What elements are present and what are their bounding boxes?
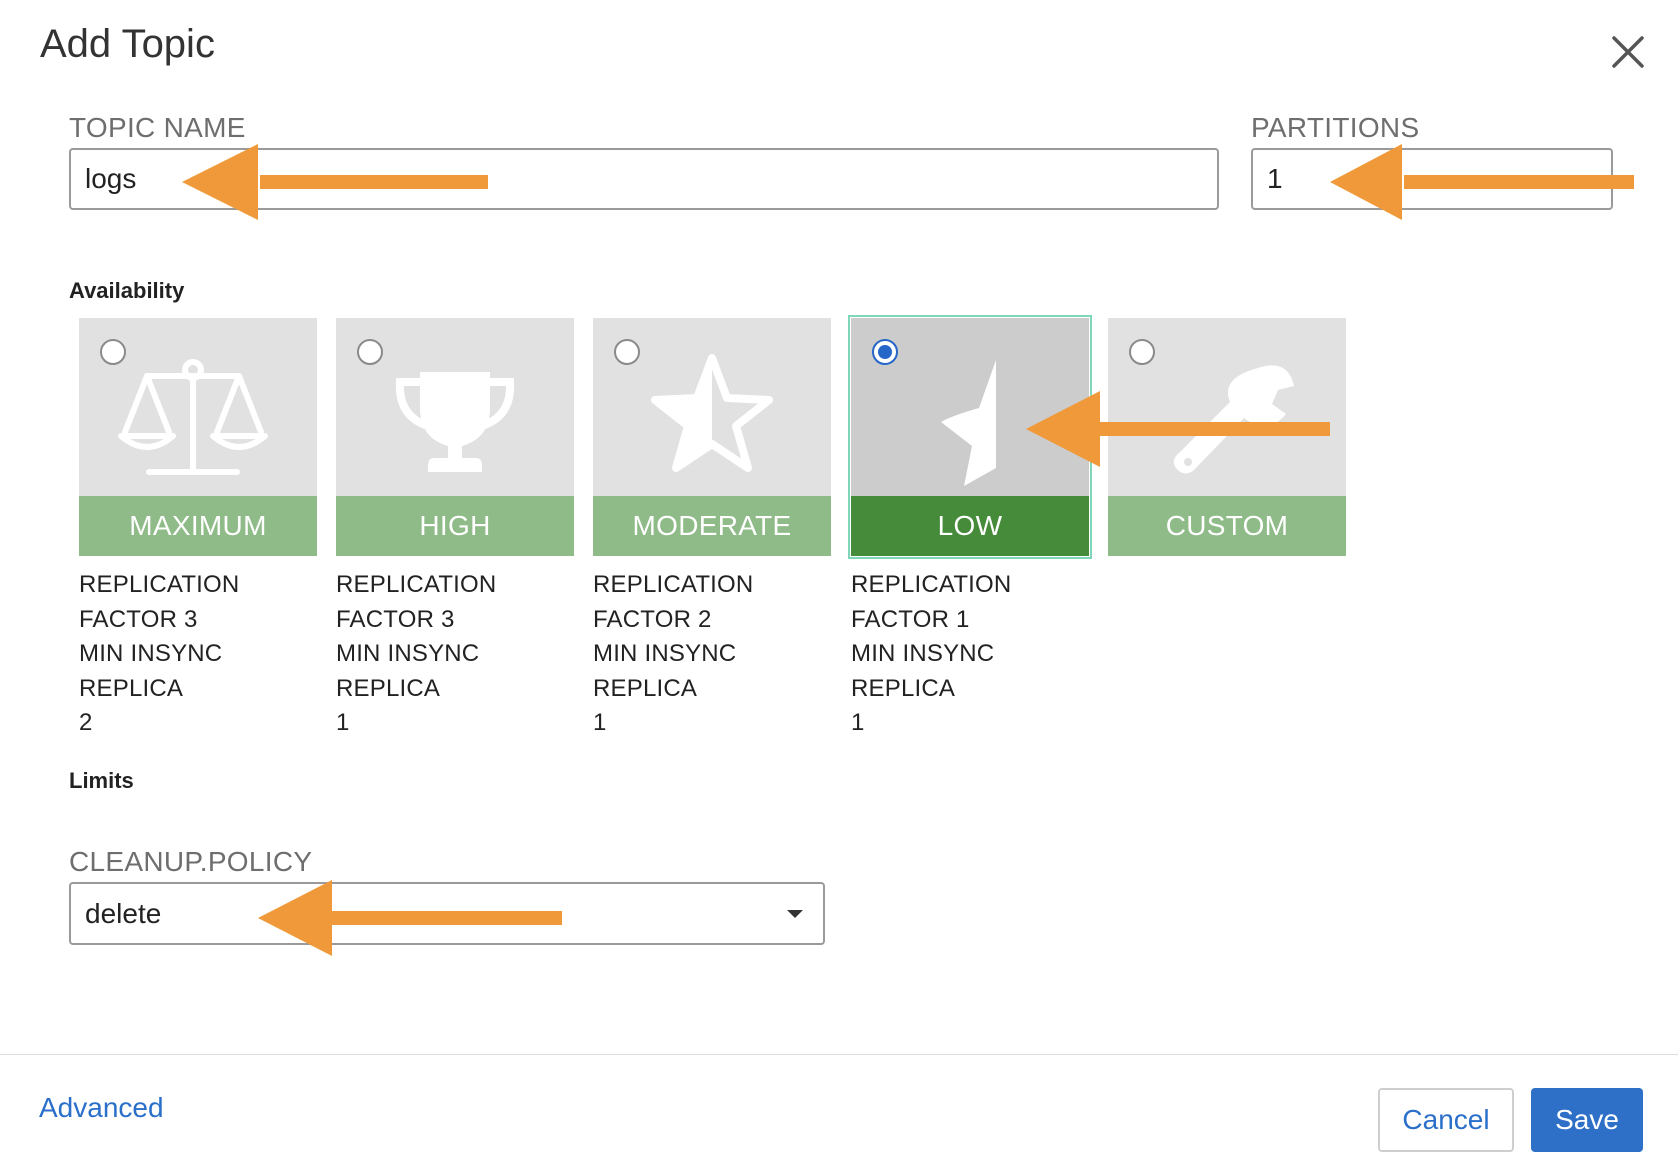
advanced-link[interactable]: Advanced bbox=[39, 1092, 164, 1124]
description-line: FACTOR 1 bbox=[851, 605, 970, 633]
wrench-icon bbox=[1173, 365, 1294, 474]
availability-description-maximum: REPLICATION FACTOR 3 MIN INSYNC REPLICA … bbox=[79, 568, 324, 741]
description-line: MIN INSYNC REPLICA bbox=[593, 640, 737, 702]
description-line: FACTOR 3 bbox=[336, 605, 455, 633]
description-line: REPLICATION bbox=[851, 571, 1012, 598]
close-icon[interactable] bbox=[1608, 32, 1648, 72]
description-line: 2 bbox=[79, 709, 93, 736]
description-line: MIN INSYNC REPLICA bbox=[336, 640, 480, 702]
footer-divider bbox=[0, 1054, 1678, 1055]
half-star-icon bbox=[651, 354, 773, 472]
availability-description-low: REPLICATION FACTOR 1 MIN INSYNC REPLICA … bbox=[851, 568, 1096, 741]
partitions-input[interactable] bbox=[1251, 148, 1613, 210]
cleanup-policy-select[interactable]: delete bbox=[69, 882, 825, 945]
card-label: LOW bbox=[851, 496, 1089, 556]
availability-option-low[interactable]: LOW bbox=[848, 315, 1092, 559]
trophy-icon bbox=[395, 372, 515, 472]
availability-option-high[interactable]: HIGH bbox=[336, 318, 574, 556]
description-line: 1 bbox=[593, 709, 607, 736]
description-line: REPLICATION bbox=[336, 571, 497, 598]
description-line: MIN INSYNC REPLICA bbox=[851, 640, 995, 702]
card-label: CUSTOM bbox=[1108, 496, 1346, 556]
card-label: HIGH bbox=[336, 496, 574, 556]
dialog-title: Add Topic bbox=[40, 22, 215, 66]
availability-option-custom[interactable]: CUSTOM bbox=[1108, 318, 1346, 556]
description-line: FACTOR 2 bbox=[593, 605, 712, 633]
description-line: MIN INSYNC REPLICA bbox=[79, 640, 223, 702]
availability-heading: Availability bbox=[69, 278, 185, 303]
description-line: REPLICATION bbox=[593, 571, 754, 598]
availability-description-high: REPLICATION FACTOR 3 MIN INSYNC REPLICA … bbox=[336, 568, 581, 741]
card-label: MAXIMUM bbox=[79, 496, 317, 556]
cancel-button[interactable]: Cancel bbox=[1378, 1088, 1514, 1152]
description-line: FACTOR 3 bbox=[79, 605, 198, 633]
availability-option-moderate[interactable]: MODERATE bbox=[593, 318, 831, 556]
save-button[interactable]: Save bbox=[1531, 1088, 1643, 1152]
topic-name-input[interactable] bbox=[69, 148, 1219, 210]
description-line: 1 bbox=[851, 709, 865, 736]
description-line: REPLICATION bbox=[79, 571, 240, 598]
scales-icon bbox=[118, 359, 268, 475]
availability-option-maximum[interactable]: MAXIMUM bbox=[79, 318, 317, 556]
cleanup-policy-label: CLEANUP.POLICY bbox=[69, 846, 313, 877]
chevron-down-icon bbox=[787, 910, 803, 918]
limits-heading: Limits bbox=[69, 768, 134, 793]
availability-description-moderate: REPLICATION FACTOR 2 MIN INSYNC REPLICA … bbox=[593, 568, 838, 741]
description-line: 1 bbox=[336, 709, 350, 736]
partitions-label: PARTITIONS bbox=[1251, 112, 1420, 143]
star-quarter-icon bbox=[941, 360, 996, 486]
card-label: MODERATE bbox=[593, 496, 831, 556]
cleanup-policy-value: delete bbox=[85, 898, 162, 929]
topic-name-label: TOPIC NAME bbox=[69, 112, 246, 143]
